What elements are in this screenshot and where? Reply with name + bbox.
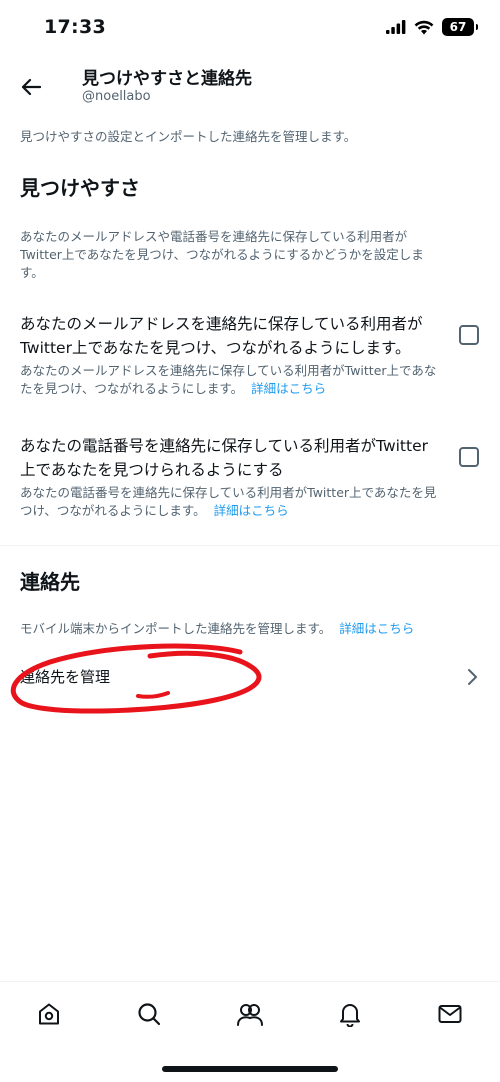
phone-learn-more-link[interactable]: 詳細はこちら — [214, 503, 289, 518]
status-icons: 67 — [386, 18, 478, 36]
header: 見つけやすさと連絡先 @noellabo — [0, 56, 500, 116]
phone-option-desc-line: つけ、つながれるようにします。 — [20, 503, 206, 518]
section-divider — [0, 545, 500, 546]
phone-option-description: あなたの電話番号を連絡先に保存している利用者がTwitter上であなたを見 つけ… — [20, 484, 480, 520]
contacts-learn-more-link[interactable]: 詳細はこちら — [339, 621, 414, 636]
tab-notifications[interactable] — [330, 994, 370, 1034]
discoverability-description: あなたのメールアドレスや電話番号を連絡先に保存している利用者が Twitter上… — [20, 228, 480, 282]
battery-icon: 67 — [442, 18, 478, 36]
phone-option-title-line: あなたの電話番号を連絡先に保存している利用者がTwitter — [20, 437, 428, 455]
phone-discoverability-option[interactable]: あなたの電話番号を連絡先に保存している利用者がTwitter 上であなたを見つけ… — [0, 432, 500, 528]
back-button[interactable] — [14, 70, 48, 104]
home-icon — [39, 1003, 59, 1025]
discoverability-title: 見つけやすさ — [20, 176, 140, 200]
wifi-icon — [414, 20, 434, 34]
home-indicator — [162, 1066, 338, 1072]
messages-icon — [438, 1005, 462, 1023]
email-option-desc-line: あなたのメールアドレスを連絡先に保存している利用者がTwitter上であな — [20, 363, 437, 378]
discoverability-description-line: Twitter上であなたを見つけ、つながれるようにするかどうかを設定しま — [20, 247, 424, 262]
status-time: 17:33 — [44, 16, 106, 38]
email-learn-more-link[interactable]: 詳細はこちら — [251, 381, 326, 396]
username: @noellabo — [82, 89, 151, 104]
email-discoverability-option[interactable]: あなたのメールアドレスを連絡先に保存している利用者が Twitter上であなたを… — [0, 310, 500, 406]
signal-icon — [386, 20, 406, 34]
chevron-right-icon — [468, 669, 477, 685]
contacts-description: モバイル端末からインポートした連絡先を管理します。 詳細はこちら — [20, 620, 480, 638]
email-option-desc-line: たを見つけ、つながれるようにします。 — [20, 381, 244, 396]
phone-option-title-line: 上であなたを見つけられるようにする — [20, 461, 284, 479]
page-description: 見つけやすさの設定とインポートした連絡先を管理します。 — [20, 129, 357, 144]
contacts-title: 連絡先 — [20, 570, 80, 594]
contacts-description-text: モバイル端末からインポートした連絡先を管理します。 — [20, 621, 332, 636]
email-option-title-line: あなたのメールアドレスを連絡先に保存している利用者が — [20, 315, 423, 333]
bottom-tab-bar — [0, 981, 500, 1046]
tab-communities[interactable] — [230, 994, 270, 1034]
email-option-title-line: Twitter上であなたを見つけ、つながれるようにします。 — [20, 339, 411, 357]
phone-option-desc-line: あなたの電話番号を連絡先に保存している利用者がTwitter上であなたを見 — [20, 485, 437, 500]
tab-search[interactable] — [129, 994, 169, 1034]
communities-icon — [237, 1004, 263, 1026]
status-bar: 17:33 67 — [0, 0, 500, 56]
tab-home[interactable] — [29, 994, 69, 1034]
phone-discoverability-checkbox[interactable] — [459, 447, 479, 467]
manage-contacts-row[interactable]: 連絡先を管理 — [0, 654, 500, 700]
email-option-title: あなたのメールアドレスを連絡先に保存している利用者が Twitter上であなたを… — [20, 312, 440, 360]
page-title: 見つけやすさと連絡先 — [82, 69, 252, 89]
search-icon — [138, 1003, 161, 1026]
discoverability-description-line: あなたのメールアドレスや電話番号を連絡先に保存している利用者が — [20, 229, 408, 244]
manage-contacts-label: 連絡先を管理 — [20, 668, 111, 686]
phone-option-title: あなたの電話番号を連絡先に保存している利用者がTwitter 上であなたを見つけ… — [20, 434, 440, 482]
tab-messages[interactable] — [430, 994, 470, 1034]
back-arrow-icon — [21, 78, 41, 96]
email-discoverability-checkbox[interactable] — [459, 325, 479, 345]
email-option-description: あなたのメールアドレスを連絡先に保存している利用者がTwitter上であな たを… — [20, 362, 480, 398]
notifications-icon — [340, 1004, 360, 1027]
discoverability-description-line: す。 — [20, 265, 44, 280]
